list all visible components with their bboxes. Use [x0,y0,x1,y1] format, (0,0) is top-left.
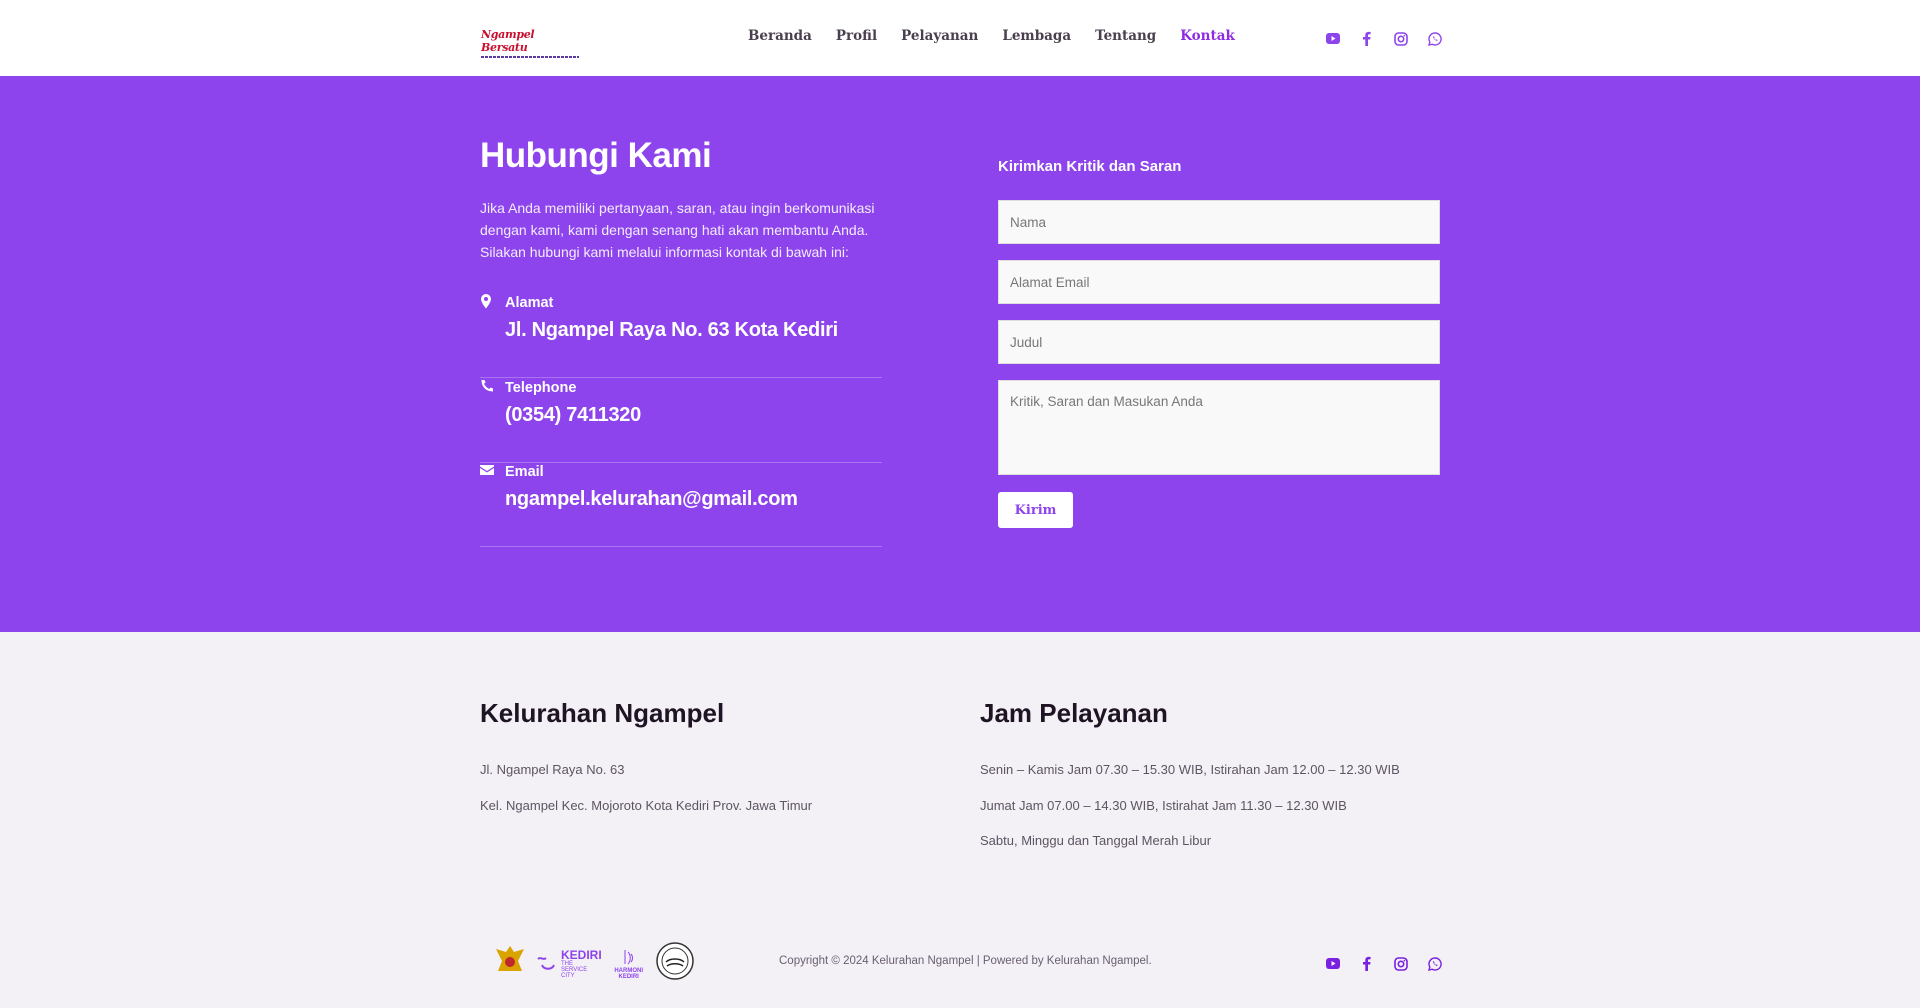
contact-address: Alamat Jl. Ngampel Raya No. 63 Kota Kedi… [480,294,882,378]
footer-title-hours: Jam Pelayanan [980,698,1168,728]
facebook-icon[interactable] [1358,30,1375,47]
hours-line: Sabtu, Minggu dan Tanggal Merah Libur [980,833,1212,848]
nav-beranda[interactable]: Beranda [748,28,812,44]
kediri-logo-text: KEDIRI [561,947,602,962]
address-value: Jl. Ngampel Raya No. 63 Kota Kediri [505,319,838,341]
top-navbar: Ngampel Bersatu Beranda Profil Pelayanan… [0,0,1920,76]
site-logo[interactable]: Ngampel Bersatu [481,28,579,58]
whatsapp-icon[interactable] [1426,30,1443,47]
message-textarea[interactable]: Kritik, Saran dan Masukan Anda [998,380,1440,475]
nav-kontak[interactable]: Kontak [1180,28,1235,44]
kediri-logo-sub: THE SERVICE CITY [561,960,588,979]
kelurahan-ngampel-seal [655,942,694,985]
harmoni-kediri-logo: HARMONI KEDIRI [612,948,646,980]
footer-title-kelurahan: Kelurahan Ngampel [480,698,725,728]
form-title: Kirimkan Kritik dan Saran [998,158,1182,175]
main-menu: Beranda Profil Pelayanan Lembaga Tentang… [748,28,1235,44]
header-social-links [1324,30,1443,47]
kediri-service-city-logo: KEDIRI THE SERVICE CITY [536,949,602,979]
footer-address-line: Jl. Ngampel Raya No. 63 [480,762,625,777]
instagram-icon[interactable] [1392,955,1409,972]
envelope-icon [480,463,496,479]
nav-pelayanan[interactable]: Pelayanan [901,28,978,44]
hours-line: Senin – Kamis Jam 07.30 – 15.30 WIB, Ist… [980,762,1400,777]
facebook-icon[interactable] [1358,955,1375,972]
email-input[interactable]: Alamat Email [998,260,1440,304]
nav-tentang[interactable]: Tentang [1095,28,1156,44]
nav-lembaga[interactable]: Lembaga [1002,28,1071,44]
submit-button[interactable]: Kirim [998,492,1073,528]
email-label: Email [505,464,544,480]
contact-telephone: Telephone (0354) 7411320 [480,379,882,463]
footer-social-links [1324,955,1443,972]
email-value[interactable]: ngampel.kelurahan@gmail.com [505,488,798,511]
logo-tagline [481,56,579,58]
contact-email: Email ngampel.kelurahan@gmail.com [480,463,882,547]
name-input[interactable]: Nama [998,200,1440,244]
youtube-icon[interactable] [1324,30,1341,47]
nav-profil[interactable]: Profil [836,28,877,44]
whatsapp-icon[interactable] [1426,955,1443,972]
logo-text: Ngampel Bersatu [481,28,535,54]
telephone-value[interactable]: (0354) 7411320 [505,404,641,427]
phone-icon [480,379,496,395]
contact-section: Hubungi Kami Jika Anda memiliki pertanya… [0,76,1920,632]
youtube-icon[interactable] [1324,955,1341,972]
address-label: Alamat [505,295,554,311]
instagram-icon[interactable] [1392,30,1409,47]
copyright-text: Copyright © 2024 Kelurahan Ngampel | Pow… [779,955,1152,967]
contact-intro: Jika Anda memiliki pertanyaan, saran, at… [480,200,875,260]
footer-address-line: Kel. Ngampel Kec. Mojoroto Kota Kediri P… [480,798,813,813]
map-pin-icon [480,294,496,310]
subject-input[interactable]: Judul [998,320,1440,364]
telephone-label: Telephone [505,380,577,396]
garuda-logo [494,944,526,983]
harmoni-logo-text: HARMONI KEDIRI [614,967,643,980]
partner-logos: KEDIRI THE SERVICE CITY HARMONI KEDIRI [494,942,694,985]
page-title: Hubungi Kami [480,136,712,175]
hours-line: Jumat Jam 07.00 – 14.30 WIB, Istirahat J… [980,798,1347,813]
